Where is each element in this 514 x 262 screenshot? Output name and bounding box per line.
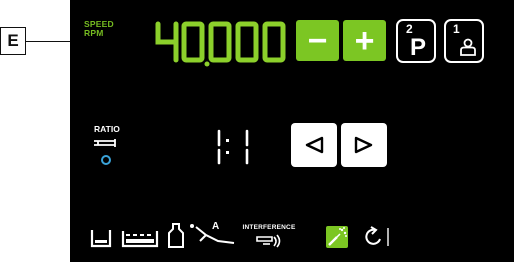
ratio-next-button[interactable] [341,123,387,167]
spray-icon [328,227,347,246]
speed-label: SPEED RPM [84,19,114,38]
minus-icon: − [307,21,328,60]
bottle-icon[interactable] [167,222,185,249]
speed-display: 40,000 [152,20,292,68]
ratio-previous-button[interactable] [291,123,337,167]
speed-decrease-button[interactable]: − [296,20,339,61]
handpiece-icon [94,139,116,147]
rotation-direction-icon[interactable] [360,226,392,248]
ratio-value-text: 1:1 [70,0,71,1]
ratio-label: RATIO [94,124,120,134]
control-panel: SPEED RPM 40,000 − + 2 [70,0,514,262]
irrigation-button[interactable] [326,226,348,248]
callout-label: E [0,27,26,55]
user-number: 1 [453,22,460,36]
triangle-right-icon [354,136,373,154]
speed-display-segments [155,21,286,67]
triangle-left-icon [305,136,324,154]
plus-icon: + [354,21,375,60]
container-empty-icon[interactable] [90,228,112,248]
interference-icon [256,234,281,248]
auto-dispense-button[interactable]: A [188,221,238,249]
interference-label: INTERFERENCE [242,224,296,231]
program-letter: P [410,34,427,61]
program-button[interactable]: 2 P [396,19,436,63]
user-icon [460,38,476,56]
ratio-indicator-dot [101,155,111,165]
interference-button[interactable]: INTERFERENCE [233,224,305,250]
speed-increase-button[interactable]: + [343,20,386,61]
auto-label: A [212,221,220,232]
container-full-icon[interactable] [121,229,159,248]
user-button[interactable]: 1 [444,19,484,63]
ratio-display [217,129,249,165]
